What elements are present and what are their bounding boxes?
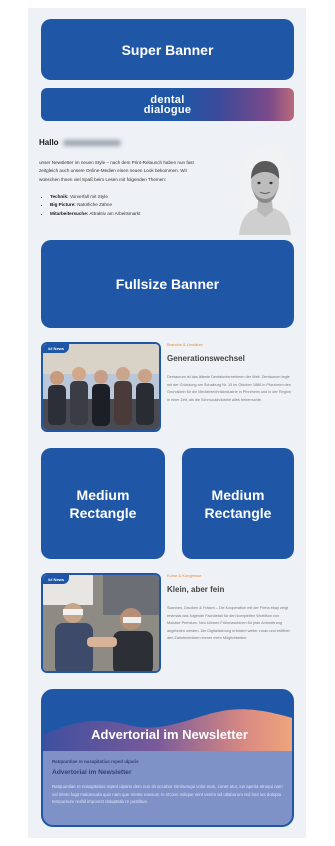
advertorial-body: Ratquuntiae re nusapitatius reped ulpari… (52, 784, 283, 804)
news-badge: ## News (43, 575, 70, 584)
article-teaser-1[interactable]: ## News Branche & Umsätze Generationswec… (41, 342, 294, 432)
article-teaser-2[interactable]: ## News Kurse & Kongresse Klein, aber fe… (41, 573, 294, 673)
dental-dialogue-logo[interactable]: dental dialogue (41, 88, 294, 121)
medium-rectangle-ad-1[interactable]: Medium Rectangle (41, 448, 165, 559)
greeting: Hallo (39, 138, 121, 147)
author-portrait (235, 139, 295, 235)
medium-rectangle-ad-2[interactable]: Medium Rectangle (182, 448, 294, 559)
list-item: Mitarbeitersuche: Attraktiv am Arbeitsma… (50, 210, 220, 218)
intro-paragraph: unser Newsletter im neuen Style – nach d… (39, 160, 194, 182)
logo-line-2: dialogue (143, 103, 192, 116)
ad-label-line-2: Rectangle (69, 504, 137, 521)
article-title[interactable]: Klein, aber fein (167, 585, 224, 594)
logo-line-1: dental (150, 93, 185, 106)
list-item: Technik: Vorverfall mit Style (50, 193, 220, 201)
advertorial-kicker: Ratquuntiae re nusapitatius reped ulpari… (52, 759, 139, 764)
article-body: Scannen, Drucken & Fräsen – Die Kooperat… (167, 606, 290, 640)
article-photo-handshake[interactable]: ## News (41, 573, 161, 673)
greeting-text: Hallo (39, 138, 59, 147)
article-kicker: Kurse & Kongresse (167, 573, 202, 578)
blurred-name (62, 139, 121, 146)
advertorial-block[interactable]: Advertorial im Newsletter Ratquuntiae re… (41, 689, 294, 827)
list-item: Big Picture: Natürliche Zähne (50, 201, 220, 209)
ad-label-line-2: Rectangle (204, 504, 272, 521)
article-body: Dentaurum ist das älteste Dentalunterneh… (167, 375, 291, 402)
article-title[interactable]: Generationswechsel (167, 354, 245, 363)
advertorial-title[interactable]: Advertorial im Newsletter (43, 727, 292, 742)
news-badge: ## News (43, 344, 70, 353)
fullsize-banner-label: Fullsize Banner (115, 276, 220, 292)
article-kicker: Branche & Umsätze (167, 342, 203, 347)
advertorial-wave-graphic (43, 691, 292, 751)
topic-list: Technik: Vorverfall mit Style Big Pictur… (50, 193, 220, 218)
ad-label-line-1: Medium (76, 486, 130, 503)
newsletter-page: Super Banner dental dialogue Hallo unser… (28, 8, 306, 838)
advertorial-subtitle[interactable]: Advertorial im Newsletter (52, 769, 287, 776)
article-photo-group[interactable]: ## News (41, 342, 161, 432)
super-banner-label: Super Banner (121, 41, 214, 58)
ad-label-line-1: Medium (211, 486, 265, 503)
advertorial-content: Ratquuntiae re nusapitatius reped ulpari… (43, 751, 292, 825)
super-banner[interactable]: Super Banner (41, 19, 294, 80)
fullsize-banner[interactable]: Fullsize Banner (41, 240, 294, 328)
